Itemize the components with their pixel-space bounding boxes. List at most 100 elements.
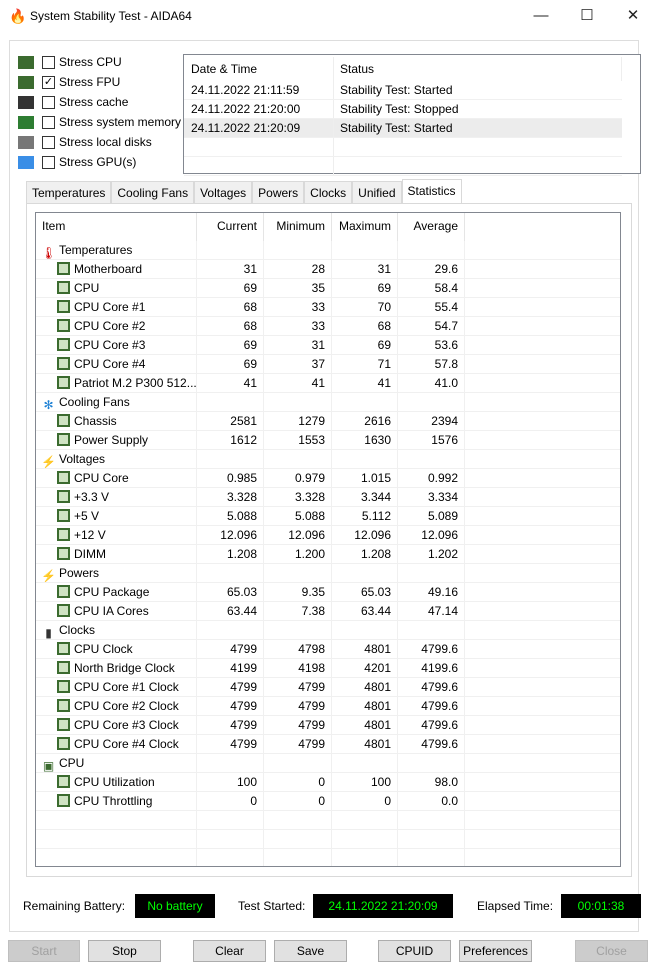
table-row[interactable]: DIMM 1.208 1.200 1.208 1.202 — [36, 545, 620, 564]
item-name: 🌡 Temperatures — [36, 241, 197, 260]
col-minimum[interactable]: Minimum — [264, 213, 332, 241]
current-value: 41 — [197, 374, 264, 393]
log-datetime: 24.11.2022 21:20:00 — [184, 100, 334, 118]
table-row[interactable]: CPU Core #1 68 33 70 55.4 — [36, 298, 620, 317]
item-label: CPU Core #4 Clock — [74, 737, 179, 751]
maximize-button[interactable]: ☐ — [564, 4, 610, 28]
stress-option[interactable]: Stress system memory — [18, 112, 181, 132]
col-current[interactable]: Current — [197, 213, 264, 241]
voltage-icon — [57, 490, 70, 503]
table-row[interactable] — [36, 849, 620, 866]
table-row[interactable] — [36, 811, 620, 830]
table-row[interactable]: Power Supply 1612 1553 1630 1576 — [36, 431, 620, 450]
table-row[interactable]: CPU Core #1 Clock 4799 4799 4801 4799.6 — [36, 678, 620, 697]
table-row[interactable]: CPU Core #3 Clock 4799 4799 4801 4799.6 — [36, 716, 620, 735]
stress-checkbox[interactable] — [42, 55, 55, 69]
table-row[interactable]: CPU 69 35 69 58.4 — [36, 279, 620, 298]
item-label: Motherboard — [74, 262, 143, 276]
tab-temperatures[interactable]: Temperatures — [26, 181, 112, 203]
table-header: Item Current Minimum Maximum Average — [36, 213, 620, 241]
table-row[interactable]: +12 V 12.096 12.096 12.096 12.096 — [36, 526, 620, 545]
log-datetime: 24.11.2022 21:20:09 — [184, 119, 334, 137]
item-label: CPU — [59, 756, 85, 770]
table-row[interactable] — [36, 830, 620, 849]
log-row[interactable]: 24.11.2022 21:20:09 Stability Test: Start… — [184, 119, 622, 138]
item-label: North Bridge Clock — [74, 661, 175, 675]
col-average[interactable]: Average — [398, 213, 465, 241]
minimum-value — [264, 564, 332, 583]
table-row[interactable]: Patriot M.2 P300 512... 41 41 41 41.0 — [36, 374, 620, 393]
table-row[interactable]: CPU Core #4 69 37 71 57.8 — [36, 355, 620, 374]
item-label: CPU Core #1 Clock — [74, 680, 179, 694]
clear-button[interactable]: Clear — [193, 940, 266, 962]
cpuid-button[interactable]: CPUID — [378, 940, 451, 962]
table-row[interactable]: CPU Throttling 0 0 0 0.0 — [36, 792, 620, 811]
average-value — [398, 849, 465, 866]
tab-clocks[interactable]: Clocks — [304, 181, 353, 203]
log-header-datetime[interactable]: Date & Time — [184, 57, 334, 81]
item-label: Chassis — [74, 414, 117, 428]
log-row[interactable]: 24.11.2022 21:11:59 Stability Test: Start… — [184, 81, 622, 100]
group-row[interactable]: ✻ Cooling Fans — [36, 393, 620, 412]
maximum-value: 69 — [332, 279, 398, 298]
table-row[interactable]: +3.3 V 3.328 3.328 3.344 3.334 — [36, 488, 620, 507]
stress-checkbox[interactable] — [42, 95, 55, 109]
maximum-value: 69 — [332, 336, 398, 355]
table-row[interactable]: CPU Utilization 100 0 100 98.0 — [36, 773, 620, 792]
tab-cooling-fans[interactable]: Cooling Fans — [111, 181, 195, 203]
group-row[interactable]: ⚡ Voltages — [36, 450, 620, 469]
table-row[interactable]: CPU Core 0.985 0.979 1.015 0.992 — [36, 469, 620, 488]
save-button[interactable]: Save — [274, 940, 347, 962]
table-row[interactable]: CPU Core #2 68 33 68 54.7 — [36, 317, 620, 336]
tab-statistics[interactable]: Statistics — [401, 179, 462, 203]
table-row[interactable]: CPU IA Cores 63.44 7.38 63.44 47.14 — [36, 602, 620, 621]
stress-checkbox[interactable] — [42, 115, 55, 129]
log-row[interactable] — [184, 138, 622, 157]
group-row[interactable]: ⚡ Powers — [36, 564, 620, 583]
maximum-value — [332, 811, 398, 830]
stress-checkbox[interactable]: ✓ — [42, 75, 55, 89]
log-row[interactable]: 24.11.2022 21:20:00 Stability Test: Stopp… — [184, 100, 622, 119]
close-button[interactable]: Close — [575, 940, 648, 962]
item-name: ▣ CPU — [36, 754, 197, 773]
tab-voltages[interactable]: Voltages — [194, 181, 253, 203]
table-row[interactable]: North Bridge Clock 4199 4198 4201 4199.6 — [36, 659, 620, 678]
chip-icon — [57, 737, 70, 750]
chip-icon — [57, 585, 70, 598]
stress-option[interactable]: Stress cache — [18, 92, 128, 112]
table-row[interactable]: CPU Clock 4799 4798 4801 4799.6 — [36, 640, 620, 659]
table-row[interactable]: Chassis 2581 1279 2616 2394 — [36, 412, 620, 431]
battery-value: No battery — [135, 894, 215, 918]
col-maximum[interactable]: Maximum — [332, 213, 398, 241]
maximum-value: 1.208 — [332, 545, 398, 564]
table-row[interactable]: CPU Core #2 Clock 4799 4799 4801 4799.6 — [36, 697, 620, 716]
minimum-value — [264, 241, 332, 260]
table-row[interactable]: CPU Package 65.03 9.35 65.03 49.16 — [36, 583, 620, 602]
filler-cell — [465, 716, 620, 735]
stress-option[interactable]: Stress CPU — [18, 52, 122, 72]
stress-checkbox[interactable] — [42, 155, 55, 169]
tab-unified[interactable]: Unified — [352, 181, 402, 203]
col-item[interactable]: Item — [36, 213, 197, 241]
filler-cell — [465, 583, 620, 602]
table-row[interactable]: Motherboard 31 28 31 29.6 — [36, 260, 620, 279]
table-row[interactable]: +5 V 5.088 5.088 5.112 5.089 — [36, 507, 620, 526]
stress-option[interactable]: ✓ Stress FPU — [18, 72, 120, 92]
stress-checkbox[interactable] — [42, 135, 55, 149]
stress-option[interactable]: Stress GPU(s) — [18, 152, 136, 172]
start-button[interactable]: Start — [8, 940, 80, 962]
table-row[interactable]: CPU Core #4 Clock 4799 4799 4801 4799.6 — [36, 735, 620, 754]
stress-option[interactable]: Stress local disks — [18, 132, 152, 152]
group-row[interactable]: ▮ Clocks — [36, 621, 620, 640]
group-row[interactable]: ▣ CPU — [36, 754, 620, 773]
table-row[interactable]: CPU Core #3 69 31 69 53.6 — [36, 336, 620, 355]
group-row[interactable]: 🌡 Temperatures — [36, 241, 620, 260]
average-value: 4799.6 — [398, 735, 465, 754]
stop-button[interactable]: Stop — [88, 940, 161, 962]
log-header-status[interactable]: Status — [334, 57, 622, 81]
tab-powers[interactable]: Powers — [252, 181, 305, 203]
log-row[interactable] — [184, 157, 622, 176]
preferences-button[interactable]: Preferences — [459, 940, 532, 962]
close-window-button[interactable]: ✕ — [610, 4, 648, 28]
minimize-button[interactable]: — — [518, 4, 564, 28]
